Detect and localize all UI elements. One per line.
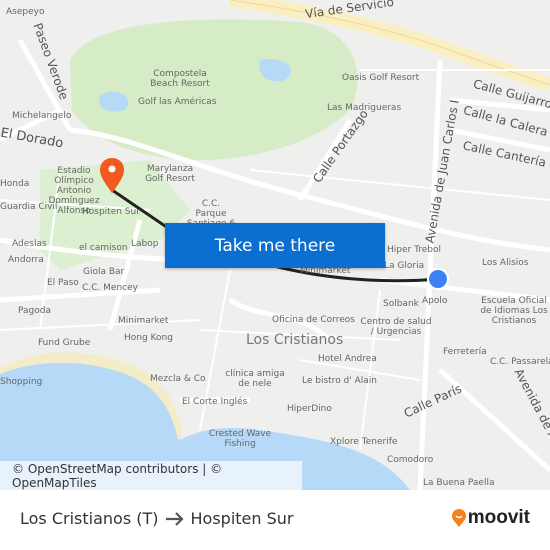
map-label: Hospiten Sur bbox=[82, 207, 140, 217]
map-label: Centro de salud / Urgencias bbox=[360, 317, 432, 337]
map-label: el camison bbox=[79, 243, 128, 253]
map-label: Honda bbox=[0, 179, 30, 189]
footer: Los Cristianos (T) Hospiten Sur moovit bbox=[0, 490, 550, 550]
map-label: Golf las Américas bbox=[138, 97, 217, 107]
map-label: Oasis Golf Resort bbox=[342, 73, 420, 83]
map-label: Compostela Beach Resort bbox=[150, 69, 210, 89]
map-label: clínica amiga de nele bbox=[225, 369, 285, 389]
map-label: Asepeyo bbox=[6, 7, 45, 17]
map-label: Shopping bbox=[0, 377, 43, 387]
map-label: Crested Wave Fishing bbox=[208, 429, 272, 449]
map-label: C.C. Mencey bbox=[82, 283, 138, 293]
map-attribution[interactable]: © OpenStreetMap contributors | © OpenMap… bbox=[0, 461, 302, 490]
attribution-text[interactable]: © OpenStreetMap contributors | © OpenMap… bbox=[12, 462, 302, 490]
take-me-there-button[interactable]: Take me there bbox=[165, 223, 385, 268]
map-label: Xplore Tenerife bbox=[330, 437, 398, 447]
map-label: El Corte Inglés bbox=[182, 397, 248, 407]
moovit-pin-icon bbox=[451, 509, 466, 527]
map-label: Hiper Trebol bbox=[387, 245, 442, 255]
map-label: Adeslas bbox=[12, 239, 47, 249]
map-label: Los Alisios bbox=[482, 258, 529, 268]
town-label: Los Cristianos bbox=[246, 332, 344, 348]
map-label: El Paso bbox=[47, 278, 79, 288]
map-label: Hotel Andrea bbox=[318, 354, 377, 364]
destination-name: Hospiten Sur bbox=[190, 509, 294, 528]
map-label: Michelangelo bbox=[12, 111, 72, 121]
map-label: Pagoda bbox=[18, 306, 51, 316]
map-label: Mezcla & Co bbox=[150, 374, 206, 384]
map-label: Marylanza Golf Resort bbox=[145, 164, 195, 184]
map-label: La Buena Paella bbox=[423, 478, 495, 488]
map-label: Oficina de Correos bbox=[272, 315, 355, 325]
map-label: C.C. Passarela bbox=[490, 357, 550, 367]
map-label: Le bistro d' Alain bbox=[302, 376, 377, 386]
map-label: Escuela Oficial de Idiomas Los Cristiano… bbox=[480, 296, 548, 326]
map-label: Fund Grube bbox=[38, 338, 91, 348]
route-summary: Los Cristianos (T) Hospiten Sur bbox=[20, 509, 294, 528]
map[interactable]: Asepeyo Vía de Servicio Paseo Verode Com… bbox=[0, 0, 550, 490]
map-label: Guardia Civil bbox=[0, 202, 58, 212]
brand-name: moovit bbox=[467, 507, 530, 528]
map-label: Comodoro bbox=[387, 455, 434, 465]
map-label: Labop bbox=[131, 239, 159, 249]
map-label: Giola Bar bbox=[83, 267, 125, 277]
map-label: Hong Kong bbox=[124, 333, 173, 343]
map-label: Solbank bbox=[383, 299, 419, 309]
map-label: Andorra bbox=[8, 255, 44, 265]
map-label: Ferretería bbox=[443, 347, 487, 357]
map-label: Minimarket bbox=[300, 266, 351, 276]
map-label: HiperDino bbox=[287, 404, 332, 414]
moovit-logo: moovit bbox=[451, 507, 530, 529]
origin-location-dot-icon[interactable] bbox=[427, 268, 449, 290]
map-label: La Gloria bbox=[384, 261, 425, 271]
map-label: Minimarket bbox=[118, 316, 169, 326]
arrow-right-icon bbox=[165, 511, 184, 526]
origin-name: Los Cristianos (T) bbox=[20, 509, 159, 528]
map-label: Apolo bbox=[422, 296, 448, 306]
